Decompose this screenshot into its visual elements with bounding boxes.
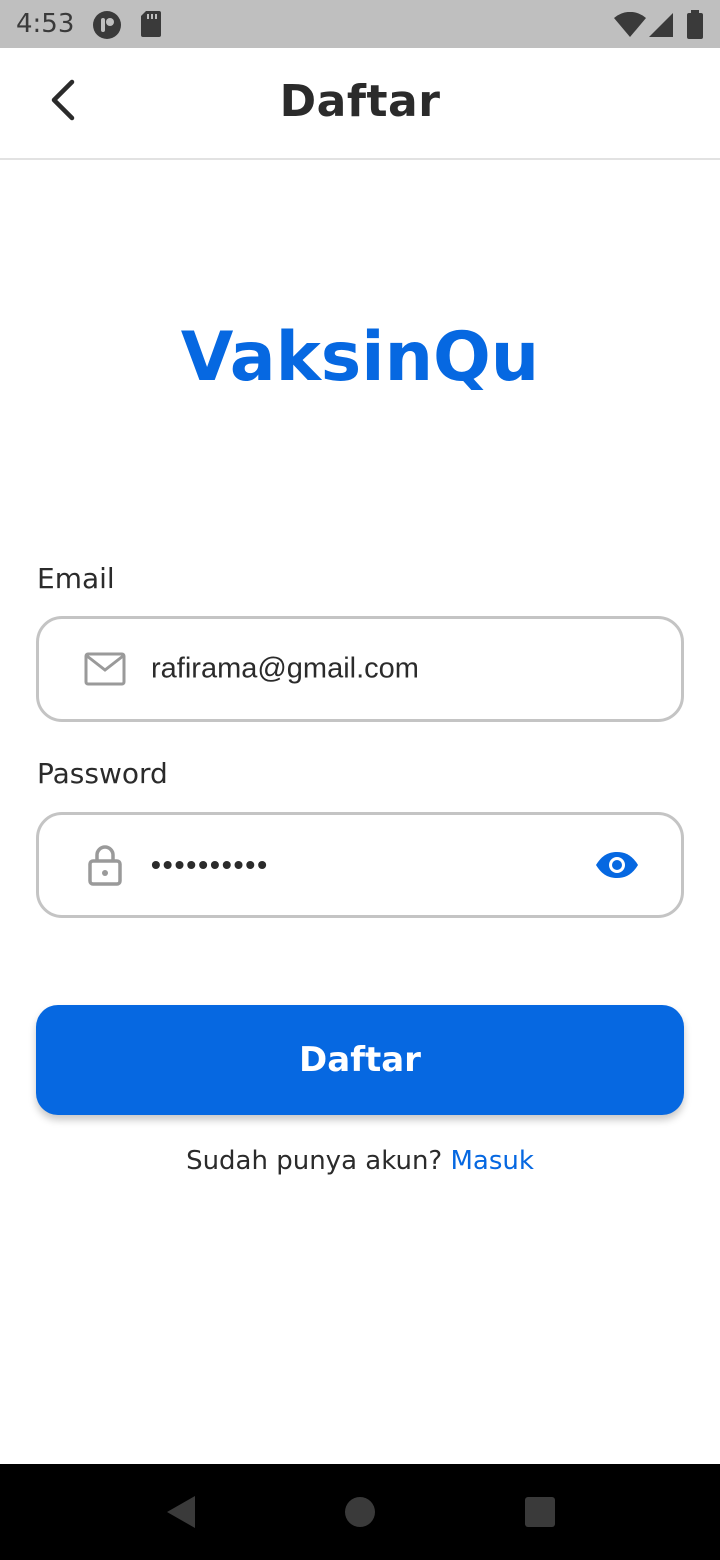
home-circle-icon[interactable]: [336, 1488, 384, 1536]
register-button[interactable]: Daftar: [36, 1005, 684, 1115]
app-notification-icon: [92, 10, 122, 45]
login-prompt-text: Sudah punya akun?: [186, 1146, 443, 1176]
login-link[interactable]: Masuk: [450, 1146, 533, 1176]
system-nav-bar: [0, 1464, 720, 1560]
email-value: rafirama@gmail.com: [151, 652, 419, 685]
app-bar: Daftar: [0, 48, 720, 160]
brand-logo-text: VaksinQu: [180, 318, 540, 397]
battery-icon: [686, 10, 704, 45]
lock-icon: [83, 843, 127, 887]
password-label: Password: [37, 757, 168, 790]
back-triangle-icon[interactable]: [156, 1488, 204, 1536]
status-time: 4:53: [16, 9, 75, 39]
sd-card-icon: [140, 10, 162, 43]
email-field[interactable]: rafirama@gmail.com: [36, 616, 684, 722]
wifi-icon: [614, 11, 646, 43]
password-field[interactable]: ••••••••••: [36, 812, 684, 918]
mail-icon: [83, 647, 127, 691]
page-title: Daftar: [279, 76, 441, 127]
cell-signal-icon: [648, 12, 674, 43]
eye-icon[interactable]: [593, 841, 641, 889]
register-button-label: Daftar: [299, 1040, 421, 1080]
status-bar: 4:53: [0, 0, 720, 48]
recents-square-icon[interactable]: [516, 1488, 564, 1536]
email-label: Email: [37, 562, 115, 595]
password-value: ••••••••••: [151, 849, 270, 880]
login-prompt: Sudah punya akun? Masuk: [0, 1146, 720, 1176]
